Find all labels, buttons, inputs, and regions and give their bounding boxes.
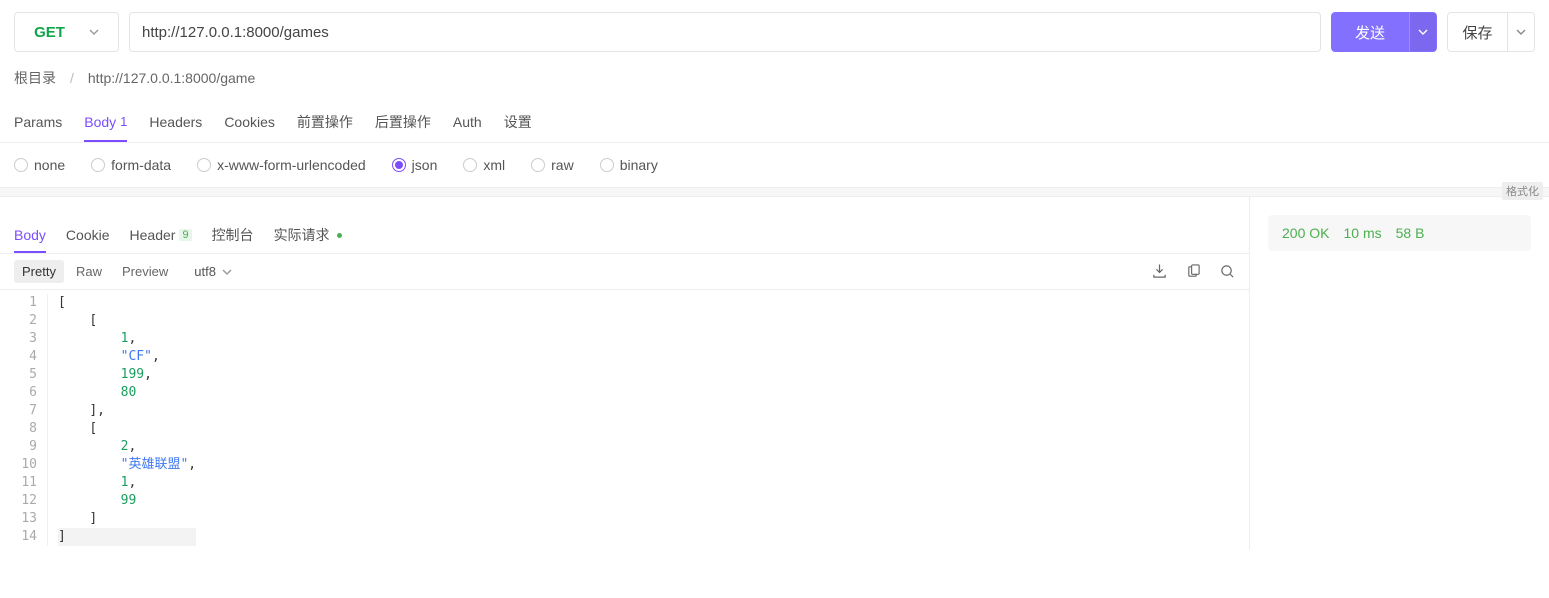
search-icon[interactable] — [1219, 264, 1235, 280]
copy-icon[interactable] — [1185, 264, 1201, 280]
encoding-select[interactable]: utf8 — [194, 264, 232, 279]
resp-tab-cookie[interactable]: Cookie — [66, 219, 110, 251]
radio-form-data[interactable]: form-data — [91, 157, 171, 173]
download-icon[interactable] — [1151, 264, 1167, 280]
format-button[interactable]: 格式化 — [1502, 182, 1543, 200]
fmt-raw[interactable]: Raw — [68, 260, 110, 283]
radio-urlencoded[interactable]: x-www-form-urlencoded — [197, 157, 366, 173]
response-split: Body Cookie Header 9 控制台 实际请求 Pretty Raw… — [0, 197, 1549, 550]
tab-params[interactable]: Params — [14, 104, 62, 140]
status-time: 10 ms — [1343, 225, 1381, 241]
tab-settings[interactable]: 设置 — [504, 102, 532, 142]
save-button-group: 保存 — [1447, 12, 1535, 52]
radio-circle-icon — [531, 158, 545, 172]
tab-headers[interactable]: Headers — [149, 104, 202, 140]
radio-circle-icon — [197, 158, 211, 172]
save-options-button[interactable] — [1507, 12, 1535, 52]
tab-body[interactable]: Body 1 — [84, 104, 127, 142]
tab-cookies[interactable]: Cookies — [224, 104, 275, 140]
tab-post-actions[interactable]: 后置操作 — [375, 102, 431, 142]
line-gutter: 1234567891011121314 — [0, 294, 48, 546]
body-type-row: none form-data x-www-form-urlencoded jso… — [0, 143, 1549, 187]
encoding-label: utf8 — [194, 264, 216, 279]
breadcrumb: 根目录 / http://127.0.0.1:8000/game — [0, 64, 1549, 102]
radio-json[interactable]: json — [392, 157, 438, 173]
response-body-view[interactable]: 1234567891011121314 [ [ 1, "CF", 199, 80… — [0, 290, 1249, 550]
format-buttons: Pretty Raw Preview — [14, 260, 176, 283]
status-box: 200 OK 10 ms 58 B — [1268, 215, 1531, 251]
radio-circle-icon — [392, 158, 406, 172]
breadcrumb-separator: / — [70, 70, 74, 86]
resp-tab-body[interactable]: Body — [14, 219, 46, 253]
radio-circle-icon — [600, 158, 614, 172]
request-bar: GET 发送 保存 — [0, 0, 1549, 64]
response-tabs: Body Cookie Header 9 控制台 实际请求 — [0, 217, 1249, 253]
url-input[interactable] — [129, 12, 1321, 52]
fmt-preview[interactable]: Preview — [114, 260, 176, 283]
radio-circle-icon — [14, 158, 28, 172]
code-content: [ [ 1, "CF", 199, 80 ], [ 2, "英雄联盟", 1, … — [48, 294, 196, 546]
resp-tab-actual[interactable]: 实际请求 — [274, 217, 342, 253]
tab-auth[interactable]: Auth — [453, 104, 482, 140]
chevron-down-icon — [89, 29, 99, 35]
tab-body-label: Body — [84, 114, 116, 130]
body-editor-bar: 格式化 — [0, 187, 1549, 197]
radio-binary[interactable]: binary — [600, 157, 658, 173]
method-label: GET — [34, 24, 65, 41]
chevron-down-icon — [222, 269, 232, 275]
method-select[interactable]: GET — [14, 12, 119, 52]
status-size: 58 B — [1396, 225, 1425, 241]
send-options-button[interactable] — [1409, 12, 1437, 52]
status-panel: 200 OK 10 ms 58 B — [1250, 197, 1549, 550]
radio-raw[interactable]: raw — [531, 157, 574, 173]
chevron-down-icon — [1418, 29, 1428, 35]
resp-tab-header-label: Header — [130, 227, 176, 243]
radio-xml[interactable]: xml — [463, 157, 505, 173]
radio-circle-icon — [91, 158, 105, 172]
send-button-group: 发送 — [1331, 12, 1437, 52]
resp-tab-console[interactable]: 控制台 — [212, 217, 254, 253]
chevron-down-icon — [1516, 29, 1526, 35]
breadcrumb-root[interactable]: 根目录 — [14, 68, 56, 88]
radio-circle-icon — [463, 158, 477, 172]
tab-pre-actions[interactable]: 前置操作 — [297, 102, 353, 142]
request-tabs: Params Body 1 Headers Cookies 前置操作 后置操作 … — [0, 102, 1549, 143]
fmt-pretty[interactable]: Pretty — [14, 260, 64, 283]
radio-none[interactable]: none — [14, 157, 65, 173]
save-button[interactable]: 保存 — [1447, 12, 1507, 52]
response-tools — [1151, 264, 1235, 280]
response-area: Body Cookie Header 9 控制台 实际请求 Pretty Raw… — [0, 197, 1250, 550]
resp-tab-header[interactable]: Header 9 — [130, 219, 192, 251]
status-code: 200 OK — [1282, 225, 1329, 241]
send-button[interactable]: 发送 — [1331, 12, 1409, 52]
breadcrumb-current[interactable]: http://127.0.0.1:8000/game — [88, 70, 255, 86]
header-count-badge: 9 — [179, 229, 191, 241]
tab-body-count: 1 — [120, 114, 127, 129]
response-toolbar: Pretty Raw Preview utf8 — [0, 253, 1249, 290]
